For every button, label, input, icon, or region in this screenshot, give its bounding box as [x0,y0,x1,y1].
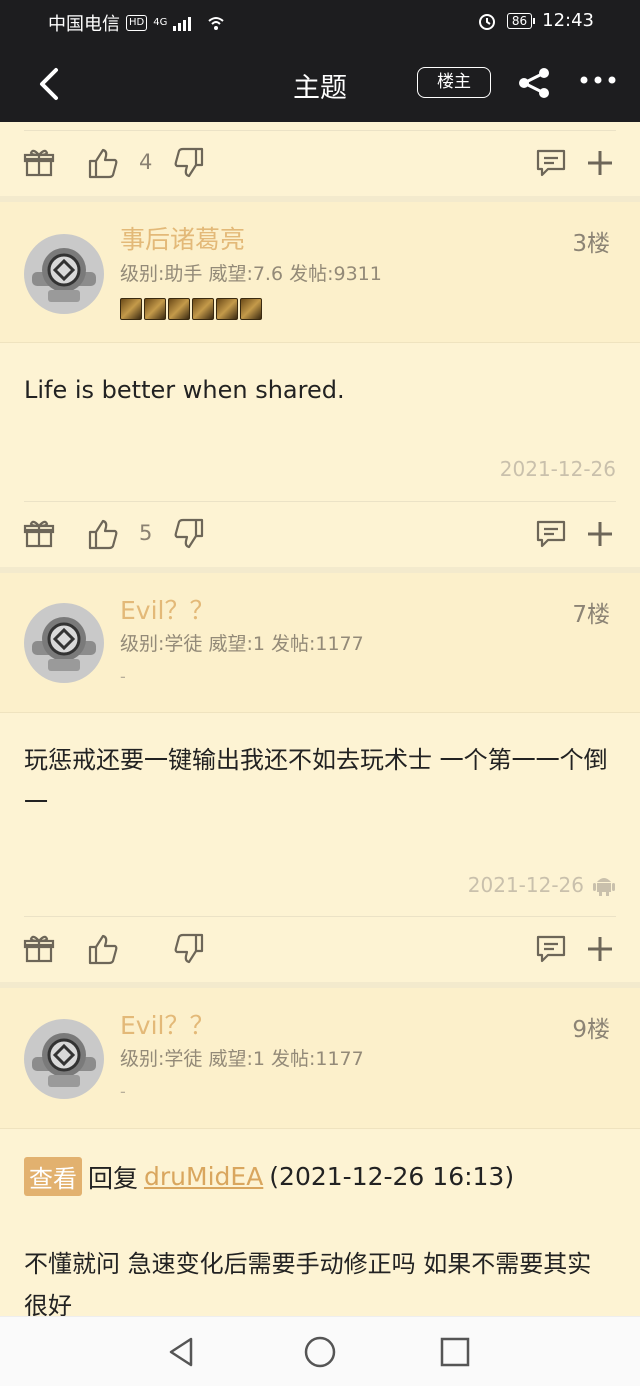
like-count: 4 [139,150,153,174]
status-bar: 中国电信 HD 4G 86 12:43 [0,0,640,44]
like-icon[interactable] [86,517,120,551]
post-content: 不懂就问 急速变化后需要手动修正吗 如果不需要其实很好 [24,1250,592,1316]
comment-icon[interactable] [534,146,568,180]
wifi-icon [208,17,225,30]
badge-icon [216,298,238,320]
gift-icon[interactable] [22,932,56,966]
plus-icon[interactable] [583,932,617,966]
post-content: Life is better when shared. [24,376,345,404]
avatar[interactable] [24,1019,104,1099]
post-content: 玩惩戒还要一键输出我还不如去玩术士 一个第一一个倒一 [24,746,608,816]
user-level: 级别:助手 威望:7.6 发帖:9311 [120,263,382,285]
dislike-icon[interactable] [172,146,206,180]
comment-icon[interactable] [534,932,568,966]
network-label: 4G [153,17,168,28]
android-icon [593,878,615,896]
home-circle-icon[interactable] [303,1335,337,1369]
reply-prefix: 回复 [88,1163,139,1193]
post-body: 玩惩戒还要一键输出我还不如去玩术士 一个第一一个倒一 2021-12-26 [0,713,640,916]
carrier-label: 中国电信 [48,14,120,35]
system-nav-bar [0,1316,640,1386]
username[interactable]: Evil？？ [120,591,214,627]
like-count: 5 [139,521,153,545]
share-icon[interactable] [516,66,554,100]
badge-icon [192,298,214,320]
post-date: 2021-12-26 [499,457,616,481]
hd-icon: HD [126,15,148,31]
post-body: Life is better when shared. 2021-12-26 [0,343,640,501]
clock: 12:43 [542,10,594,31]
user-signature: - [120,1082,126,1101]
post-body: 查看 回复 druMidEA (2021-12-26 16:13) 不懂就问 急… [0,1129,640,1316]
badge-icon [168,298,190,320]
gift-icon[interactable] [22,517,56,551]
floor-number: 3楼 [572,231,610,257]
thread-content: 4 事后诸葛亮 3楼 级别:助手 威望:7.6 发帖:9311 Life is … [0,122,640,1316]
floor-number: 7楼 [572,602,610,628]
post-action-bar [0,916,640,982]
signal-icon [173,15,201,31]
post-action-bar: 5 [0,501,640,567]
floor-number: 9楼 [572,1017,610,1043]
recents-square-icon[interactable] [438,1335,472,1369]
username[interactable]: 事后诸葛亮 [120,220,245,256]
username[interactable]: Evil？？ [120,1006,214,1042]
post-date: 2021-12-26 [468,873,616,897]
battery-icon: 86 [506,12,536,29]
reply-user-link[interactable]: druMidEA [144,1162,263,1191]
dislike-icon[interactable] [172,517,206,551]
reply-time: (2021-12-26 16:13) [269,1162,515,1191]
alarm-icon [478,13,495,30]
badge-icon [144,298,166,320]
post-header: Evil？？ 7楼 级别:学徒 威望:1 发帖:1177 - [0,573,640,713]
top-nav-bar: 主题 楼主 [0,44,640,122]
user-signature: - [120,667,126,686]
dislike-icon[interactable] [172,932,206,966]
post-action-bar: 4 [0,130,640,196]
reply-quote: 查看 回复 druMidEA (2021-12-26 16:13) [24,1157,514,1196]
comment-icon[interactable] [534,517,568,551]
avatar[interactable] [24,603,104,683]
more-icon[interactable] [578,70,618,90]
plus-icon[interactable] [583,517,617,551]
user-level: 级别:学徒 威望:1 发帖:1177 [120,633,364,655]
gift-icon[interactable] [22,146,56,180]
post-header: 事后诸葛亮 3楼 级别:助手 威望:7.6 发帖:9311 [0,202,640,343]
post-header: Evil？？ 9楼 级别:学徒 威望:1 发帖:1177 - [0,988,640,1129]
owner-only-button[interactable]: 楼主 [417,67,491,98]
plus-icon[interactable] [583,146,617,180]
like-icon[interactable] [86,146,120,180]
badge-icon [240,298,262,320]
badge-icon [120,298,142,320]
view-button[interactable]: 查看 [24,1157,82,1196]
user-badges [120,298,262,320]
avatar[interactable] [24,234,104,314]
back-triangle-icon[interactable] [165,1335,199,1369]
like-icon[interactable] [86,932,120,966]
user-level: 级别:学徒 威望:1 发帖:1177 [120,1048,364,1070]
